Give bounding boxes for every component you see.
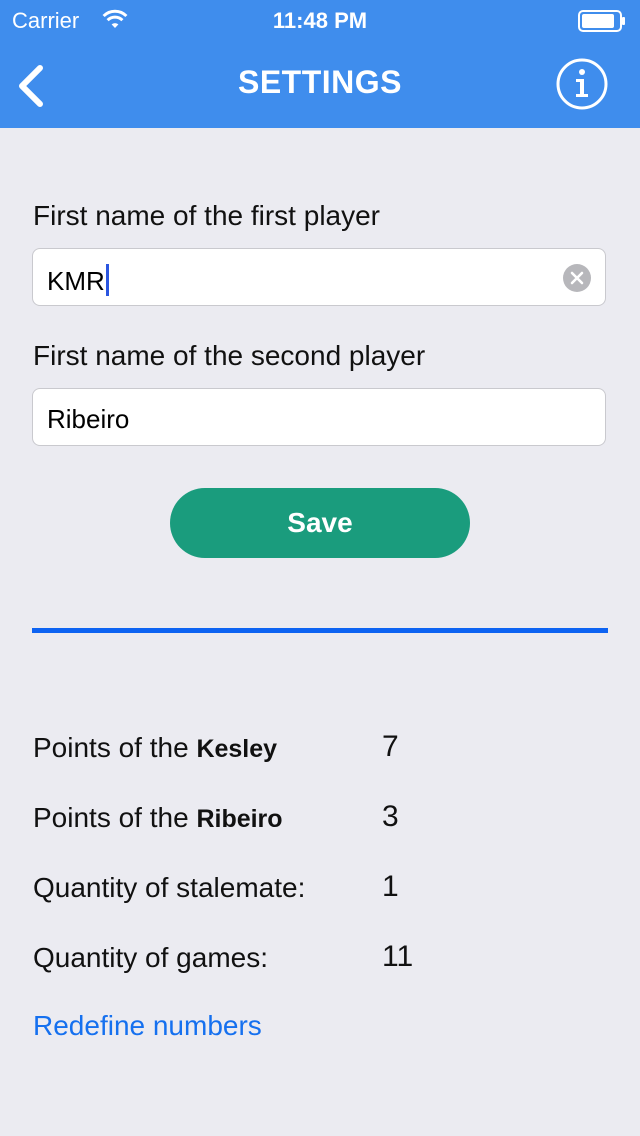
player1-name: Kesley [196,735,278,763]
status-time: 11:48 PM [272,8,368,33]
navigation-header: Carrier 11:48 PM SETTINGS [0,0,640,128]
battery-icon [578,10,625,32]
info-icon [556,58,608,110]
stalemate-label: Quantity of stalemate: [33,872,306,903]
player2-points-value: 3 [382,800,399,833]
second-player-label: First name of the second player [33,340,426,371]
first-player-label: First name of the first player [33,200,381,231]
second-player-value: Ribeiro [47,404,130,434]
redefine-numbers-link[interactable]: Redefine numbers [33,1010,262,1042]
first-player-value: KMR [47,264,109,297]
player2-name: Ribeiro [196,805,283,833]
player1-points-label: Points of the Kesley [33,732,278,763]
first-player-input[interactable]: KMR [32,248,606,306]
page-title: SETTINGS [237,64,402,100]
divider [32,628,608,633]
second-player-input[interactable]: Ribeiro [32,388,606,446]
player1-points-value: 7 [382,730,399,763]
info-button[interactable] [554,56,610,112]
stalemate-value: 1 [382,870,399,903]
player2-points-label: Points of the Ribeiro [33,802,283,833]
clear-icon[interactable] [563,264,591,292]
games-value: 11 [382,940,414,973]
save-button[interactable]: Save [170,488,470,558]
games-label: Quantity of games: [33,942,269,973]
text-cursor [105,264,109,296]
status-bar: Carrier 11:48 PM [0,0,640,40]
